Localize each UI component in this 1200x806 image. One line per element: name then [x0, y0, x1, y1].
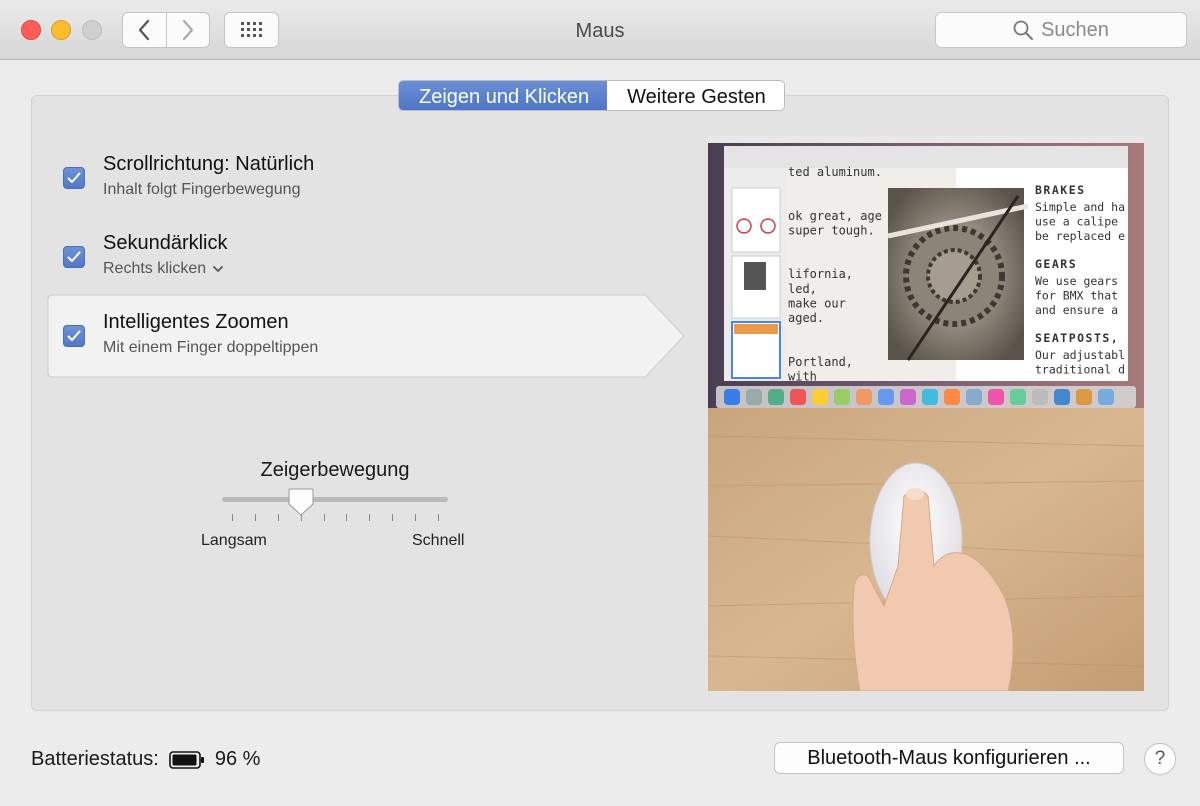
dock-app-icon	[878, 389, 894, 405]
option-secondary-click[interactable]: Sekundärklick Rechts klicken	[48, 216, 684, 298]
slider-tick	[346, 514, 348, 521]
battery-icon	[169, 750, 204, 769]
checkmark-icon	[67, 251, 81, 262]
search-placeholder: Suchen	[1041, 18, 1109, 41]
selection-highlight	[47, 294, 685, 378]
preview-text-line: Portland,	[788, 355, 853, 369]
preview-text-line: led,	[788, 282, 817, 296]
dock-app-icon	[988, 389, 1004, 405]
dock-app-icon	[856, 389, 872, 405]
dock-app-icon	[1032, 389, 1048, 405]
dock-app-icon	[1054, 389, 1070, 405]
dock-app-icon	[746, 389, 762, 405]
dock-app-icon	[966, 389, 982, 405]
bluetooth-configure-button[interactable]: Bluetooth-Maus konfigurieren ...	[774, 742, 1124, 774]
dock-app-icon	[1076, 389, 1092, 405]
secondary-click-checkbox[interactable]	[63, 246, 85, 268]
preview-body-line: Our adjustabl	[1035, 348, 1125, 362]
slider-tick	[277, 514, 279, 521]
battery-value: 96 %	[214, 748, 261, 770]
tab-weitere-gesten[interactable]: Weitere Gesten	[607, 81, 784, 110]
option-title: Scrollrichtung: Natürlich	[103, 153, 315, 175]
slider-tick	[300, 514, 302, 521]
option-title: Sekundärklick	[103, 232, 228, 254]
scroll-direction-checkbox[interactable]	[63, 167, 85, 189]
preview-heading: SEATPOSTS,	[1035, 331, 1119, 345]
option-subtitle: Rechts klicken	[103, 260, 207, 277]
search-icon	[1013, 20, 1034, 40]
search-field[interactable]: Suchen	[935, 12, 1187, 48]
slider-tick	[369, 514, 371, 521]
tracking-speed-track[interactable]	[222, 497, 448, 502]
slider-tick	[323, 514, 325, 521]
preview-text-line: lifornia,	[788, 267, 853, 281]
slider-min-label: Langsam	[201, 532, 267, 549]
preview-body-line: use a calipe	[1035, 215, 1118, 229]
preview-body-line: Simple and ha	[1035, 200, 1125, 214]
battery-label: Batteriestatus:	[31, 748, 159, 770]
preview-text-line: super tough.	[788, 223, 875, 237]
preview-body-line: be replaced e	[1035, 229, 1125, 243]
preview-text-line: make our	[788, 296, 846, 310]
slider-tick	[232, 514, 233, 521]
dock-app-icon	[812, 389, 828, 405]
preview-text-line: ok great, age	[788, 209, 882, 223]
preview-text-line: ted aluminum.	[788, 165, 882, 179]
dock-app-icon	[944, 389, 960, 405]
tracking-speed-knob[interactable]	[287, 487, 315, 517]
preview-text-line: with	[788, 369, 817, 383]
dock-app-icon	[834, 389, 850, 405]
preview-text-line: aged.	[788, 311, 824, 325]
preview-body-line: for BMX that	[1035, 289, 1118, 303]
slider-tick	[415, 514, 417, 521]
tracking-speed-ticks	[222, 514, 448, 522]
tracking-speed-title: Zeigerbewegung	[260, 459, 410, 481]
preview-heading: GEARS	[1035, 257, 1077, 271]
secondary-click-popup[interactable]: Rechts klicken	[103, 260, 224, 278]
slider-tick	[254, 514, 256, 521]
dock-app-icon	[922, 389, 938, 405]
slider-tick	[392, 514, 394, 521]
dock-app-icon	[724, 389, 740, 405]
dock-app-icon	[900, 389, 916, 405]
option-scroll-direction[interactable]: Scrollrichtung: Natürlich Inhalt folgt F…	[48, 136, 684, 218]
tab-zeigen-und-klicken[interactable]: Zeigen und Klicken	[399, 81, 608, 110]
checkmark-icon	[67, 172, 81, 183]
gesture-preview-video: ted aluminum. ok great, age super tough. li…	[708, 136, 1144, 691]
option-subtitle: Inhalt folgt Fingerbewegung	[103, 181, 301, 198]
chevron-down-icon	[213, 266, 224, 272]
help-icon: ?	[1154, 748, 1166, 769]
help-button[interactable]: ?	[1144, 743, 1176, 775]
dock-app-icon	[1010, 389, 1026, 405]
slider-tick	[438, 514, 439, 521]
title-bar: Maus Suchen	[0, 0, 1200, 60]
checkmark-icon	[67, 330, 81, 341]
tab-bar: Zeigen und Klicken Weitere Gesten	[398, 80, 785, 111]
dock-app-icon	[790, 389, 806, 405]
dock-app-icon	[1098, 389, 1114, 405]
preview-heading: BRAKES	[1035, 183, 1086, 197]
option-smart-zoom[interactable]: Intelligentes Zoomen Mit einem Finger do…	[47, 294, 685, 378]
dock-app-icon	[768, 389, 784, 405]
option-subtitle: Mit einem Finger doppeltippen	[103, 339, 319, 356]
smart-zoom-checkbox[interactable]	[63, 325, 85, 347]
battery-status: Batteriestatus: 96 %	[31, 748, 260, 771]
option-title: Intelligentes Zoomen	[103, 311, 289, 333]
preview-body-line: and ensure a	[1035, 303, 1118, 317]
preview-illustration: ted aluminum. ok great, agesuper tough. li…	[708, 136, 1144, 691]
slider-max-label: Schnell	[412, 532, 465, 549]
preview-body-line: We use gears	[1035, 274, 1118, 288]
preview-body-line: traditional d	[1035, 363, 1125, 377]
